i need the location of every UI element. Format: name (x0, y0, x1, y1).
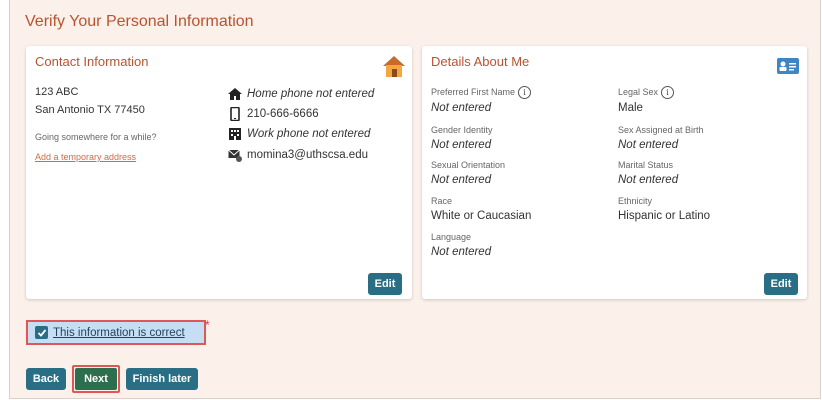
field-label: Marital Status (618, 160, 674, 170)
house-icon (383, 56, 405, 77)
field-label: Legal Sex (618, 87, 659, 97)
home-phone-row: Home phone not entered (228, 86, 374, 102)
finish-later-button[interactable]: Finish later (126, 368, 198, 390)
field-value: Not entered (431, 102, 492, 114)
field-sex-assigned-at-birth: Sex Assigned at Birth Not entered (618, 125, 704, 152)
field-value: White or Caucasian (431, 210, 532, 222)
work-building-icon (229, 128, 241, 140)
field-language: Language Not entered (431, 232, 491, 259)
confirm-checkbox[interactable] (35, 326, 48, 339)
back-button[interactable]: Back (26, 368, 66, 390)
field-label: Gender Identity (431, 125, 493, 135)
checkmark-icon (37, 328, 46, 337)
add-temporary-address-link[interactable]: Add a temporary address (35, 152, 136, 162)
email-icon (228, 149, 242, 162)
id-card-icon (777, 58, 799, 74)
details-about-me-card: Details About Me Preferred First Name i … (422, 46, 807, 299)
field-preferred-first-name: Preferred First Name i Not entered (431, 86, 532, 115)
field-legal-sex: Legal Sex i Male (618, 86, 675, 115)
info-icon[interactable]: i (518, 86, 532, 99)
address-line-2: San Antonio TX 77450 (35, 104, 145, 116)
field-label: Sex Assigned at Birth (618, 125, 704, 135)
field-label: Sexual Orientation (431, 160, 506, 170)
field-value: Not entered (431, 139, 492, 151)
email-row: momina3@uthscsa.edu (228, 147, 368, 163)
field-label: Preferred First Name (431, 87, 516, 97)
confirm-label[interactable]: This information is correct (53, 327, 185, 339)
field-value: Not entered (431, 174, 492, 186)
info-icon[interactable]: i (661, 86, 675, 99)
mobile-phone-row: 210-666-6666 (228, 106, 319, 122)
field-marital-status: Marital Status Not entered (618, 160, 678, 187)
field-value: Not entered (618, 139, 679, 151)
field-race: Race White or Caucasian (431, 196, 531, 223)
home-phone-icon (228, 88, 242, 100)
email-value: momina3@uthscsa.edu (247, 149, 368, 161)
mobile-phone-value: 210-666-6666 (247, 108, 319, 120)
contact-information-card: Contact Information 123 ABC San Antonio … (26, 46, 412, 299)
field-value: Not entered (431, 246, 492, 258)
field-value: Not entered (618, 174, 679, 186)
field-label: Ethnicity (618, 196, 653, 206)
contact-card-title: Contact Information (35, 54, 149, 69)
edit-contact-button[interactable]: Edit (368, 273, 402, 295)
next-button-highlight: Next (72, 365, 120, 393)
confirm-information-row[interactable]: This information is correct * (26, 318, 210, 345)
required-asterisk: * (205, 318, 210, 332)
details-card-title: Details About Me (431, 54, 530, 69)
page-title: Verify Your Personal Information (25, 13, 254, 30)
next-button[interactable]: Next (75, 368, 117, 390)
mobile-phone-icon (230, 107, 240, 121)
home-phone-value: Home phone not entered (247, 88, 375, 100)
edit-details-button[interactable]: Edit (764, 273, 798, 295)
field-value: Hispanic or Latino (618, 210, 711, 222)
field-label: Race (431, 196, 453, 206)
work-phone-row: Work phone not entered (228, 126, 370, 142)
field-gender-identity: Gender Identity Not entered (431, 125, 493, 152)
field-label: Language (431, 232, 472, 242)
address-line-1: 123 ABC (35, 86, 79, 98)
work-phone-value: Work phone not entered (247, 128, 371, 140)
going-somewhere-text: Going somewhere for a while? (35, 132, 157, 142)
field-sexual-orientation: Sexual Orientation Not entered (431, 160, 505, 187)
field-ethnicity: Ethnicity Hispanic or Latino (618, 196, 710, 223)
verify-info-panel: Verify Your Personal Information Contact… (9, 0, 821, 399)
field-value: Male (618, 102, 643, 114)
